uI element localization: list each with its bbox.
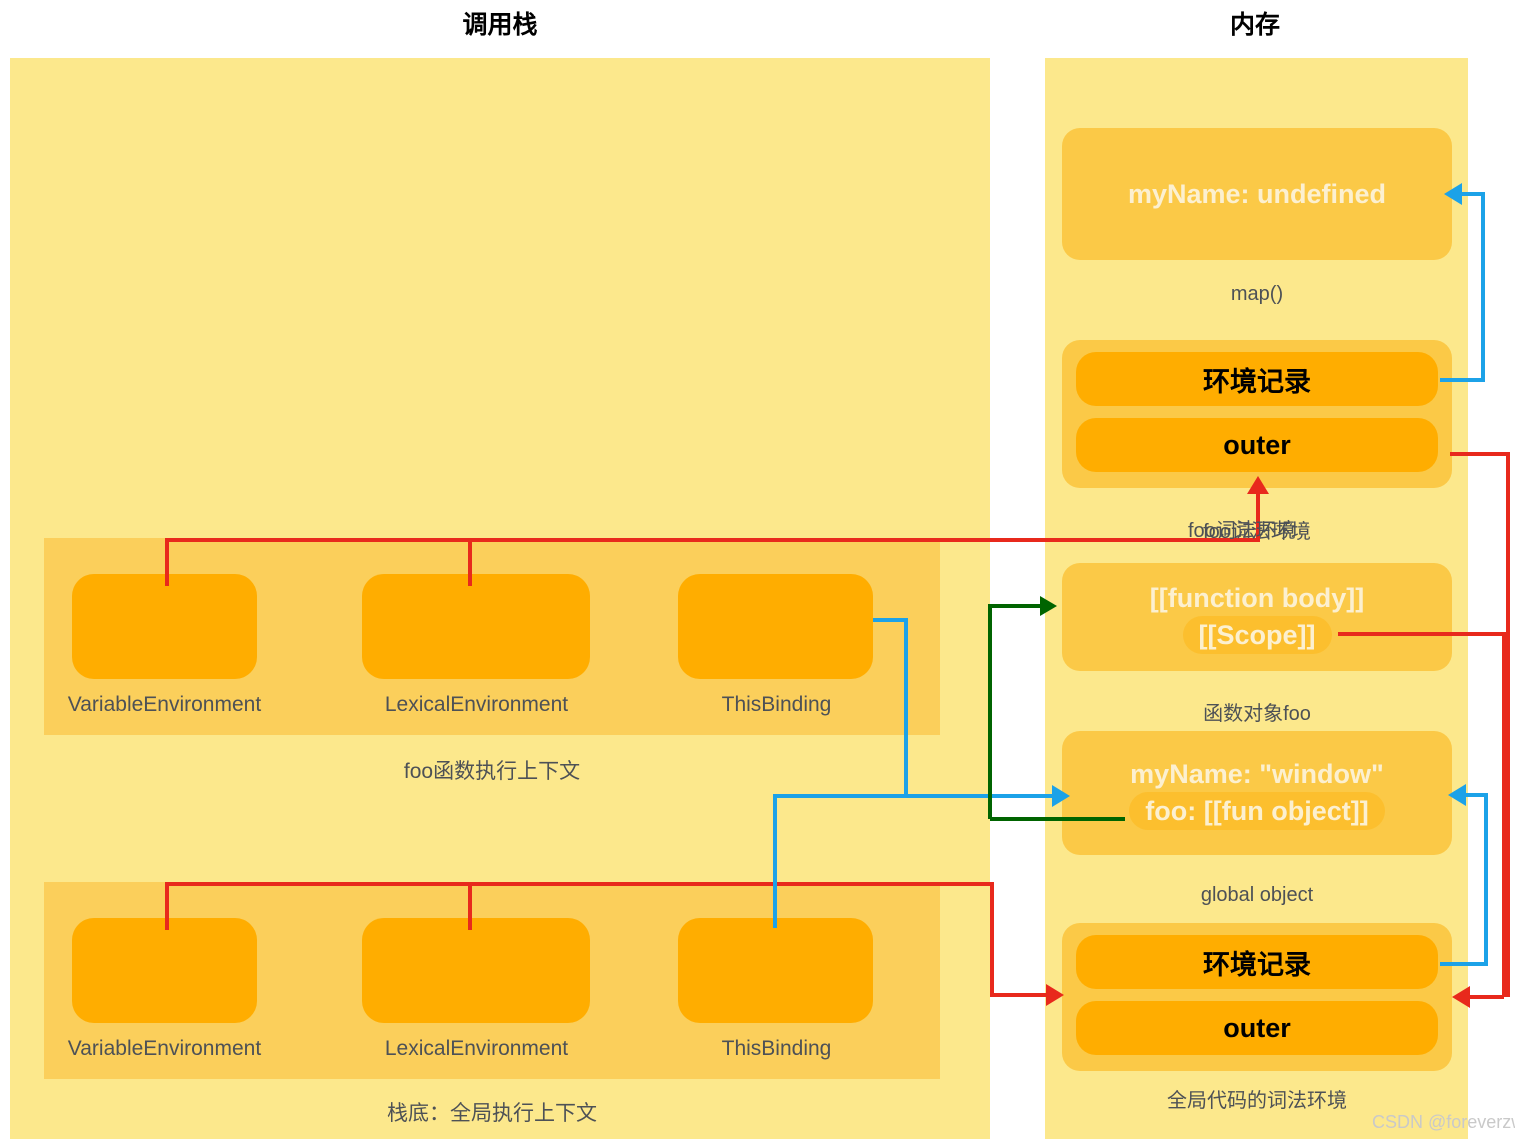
slot-label-lexical-environment-global: LexicalEnvironment bbox=[384, 1037, 569, 1060]
wire-foo-bracket-top bbox=[165, 538, 1260, 542]
arrowhead-scope-to-global-lexenv bbox=[1452, 986, 1470, 1008]
map-record-line-myname: myName: undefined bbox=[1127, 178, 1387, 209]
slot-variable-environment-global bbox=[72, 918, 257, 1023]
wire-global-ve-stub bbox=[165, 884, 169, 930]
global-environment-record-row: 环境记录 bbox=[1076, 935, 1438, 989]
wire-global-bracket-down bbox=[990, 882, 994, 995]
wire-foo-thisbinding-down bbox=[904, 618, 908, 798]
slot-this-binding-global bbox=[678, 918, 873, 1023]
function-body-line: [[function body]] bbox=[1149, 582, 1365, 613]
execution-context-foo: VariableEnvironment LexicalEnvironment T… bbox=[44, 538, 940, 735]
foo-lexical-environment-box: 环境记录 outer bbox=[1062, 340, 1452, 488]
wire-global-thisbinding-right bbox=[773, 794, 908, 798]
slot-label-lexical-environment-foo: LexicalEnvironment bbox=[384, 693, 569, 716]
wire-foo-thisbinding-out bbox=[873, 618, 908, 622]
slot-label-variable-environment-foo: VariableEnvironment bbox=[67, 693, 262, 716]
call-stack-title: 调用栈 bbox=[462, 11, 538, 39]
wire-foo-envrec-into-map bbox=[1462, 192, 1485, 196]
wire-foo-ve-stub bbox=[165, 540, 169, 586]
global-outer-row: outer bbox=[1076, 1001, 1438, 1055]
wire-scope-into-global bbox=[1470, 995, 1504, 999]
memory-card-map-record: myName: undefined bbox=[1062, 128, 1452, 260]
foo-outer-label: outer bbox=[1223, 429, 1291, 460]
arrowhead-envrec-to-map-record bbox=[1444, 183, 1462, 205]
wire-foo-binding-up bbox=[988, 604, 992, 819]
wire-foo-le-stub bbox=[468, 540, 472, 586]
slot-lexical-environment-global bbox=[362, 918, 590, 1023]
wire-global-envrec-out bbox=[1440, 962, 1488, 966]
wire-global-le-stub bbox=[468, 884, 472, 930]
global-object-foo-line: foo: [[fun object]] bbox=[1129, 792, 1385, 831]
scope-line: [[Scope]] bbox=[1182, 616, 1332, 655]
wire-global-bracket-into bbox=[990, 993, 1048, 997]
execution-context-global-caption: 栈底：全局执行上下文 bbox=[387, 1102, 597, 1125]
wire-foo-outer-out bbox=[1450, 452, 1510, 456]
memory-caption-function-object: 函数对象foo bbox=[1203, 703, 1311, 725]
memory-caption-global-object: global object bbox=[1200, 884, 1314, 906]
global-lexical-environment-box: 环境记录 outer bbox=[1062, 923, 1452, 1071]
wire-global-envrec-up bbox=[1484, 795, 1488, 966]
slot-variable-environment-foo bbox=[72, 574, 257, 679]
slot-label-this-binding-foo: ThisBinding bbox=[721, 693, 832, 716]
global-object-myname-line: myName: "window" bbox=[1130, 758, 1384, 789]
memory-card-global-object: myName: "window" foo: [[fun object]] bbox=[1062, 731, 1452, 855]
global-environment-record-label: 环境记录 bbox=[1203, 949, 1311, 980]
diagram-canvas: 调用栈 内存 VariableEnvironment LexicalEnviro… bbox=[0, 0, 1515, 1139]
foo-environment-record-label: 环境记录 bbox=[1203, 366, 1311, 397]
wire-global-bracket-top bbox=[165, 882, 994, 886]
wire-foo-envrec-up bbox=[1481, 194, 1485, 382]
memory-card-function-object: [[function body]] [[Scope]] bbox=[1062, 563, 1452, 671]
foo-outer-row: outer bbox=[1076, 418, 1438, 472]
slot-lexical-environment-foo bbox=[362, 574, 590, 679]
foo-environment-record-row: 环境记录 bbox=[1076, 352, 1438, 406]
edge-label-foo-lexenv: foo词法环境 bbox=[1188, 520, 1296, 542]
arrowhead-foo-lexenv-up bbox=[1247, 476, 1269, 494]
wire-foo-outer-down bbox=[1506, 452, 1510, 997]
execution-context-foo-caption: foo函数执行上下文 bbox=[403, 760, 581, 783]
memory-caption-global-lexenv: 全局代码的词法环境 bbox=[1167, 1090, 1347, 1112]
memory-title: 内存 bbox=[1229, 11, 1280, 39]
wire-foo-envrec-out bbox=[1440, 378, 1485, 382]
wire-foo-binding-out bbox=[990, 817, 1125, 821]
csdn-watermark: CSDN @foreverzwl bbox=[1372, 1112, 1515, 1132]
global-outer-label: outer bbox=[1223, 1012, 1291, 1043]
wire-foo-thisbinding-right bbox=[904, 794, 1056, 798]
arrowhead-foo-thisbinding-to-global-object bbox=[1052, 785, 1070, 807]
arrowhead-global-ctx-to-lexenv bbox=[1046, 984, 1064, 1006]
wire-scope-out bbox=[1338, 632, 1506, 636]
wire-global-thisbinding-up bbox=[773, 794, 777, 928]
slot-label-variable-environment-global: VariableEnvironment bbox=[67, 1037, 262, 1060]
slot-this-binding-foo bbox=[678, 574, 873, 679]
arrowhead-foo-binding-to-function-object bbox=[1040, 596, 1057, 616]
wire-foo-binding-into-funcobj bbox=[988, 604, 1044, 608]
slot-label-this-binding-global: ThisBinding bbox=[721, 1037, 832, 1060]
wire-global-envrec-into-globalobj bbox=[1466, 793, 1488, 797]
execution-context-global: VariableEnvironment LexicalEnvironment T… bbox=[44, 882, 940, 1079]
memory-caption-map: map() bbox=[1230, 283, 1284, 305]
arrowhead-global-envrec-to-global-object bbox=[1448, 784, 1466, 806]
